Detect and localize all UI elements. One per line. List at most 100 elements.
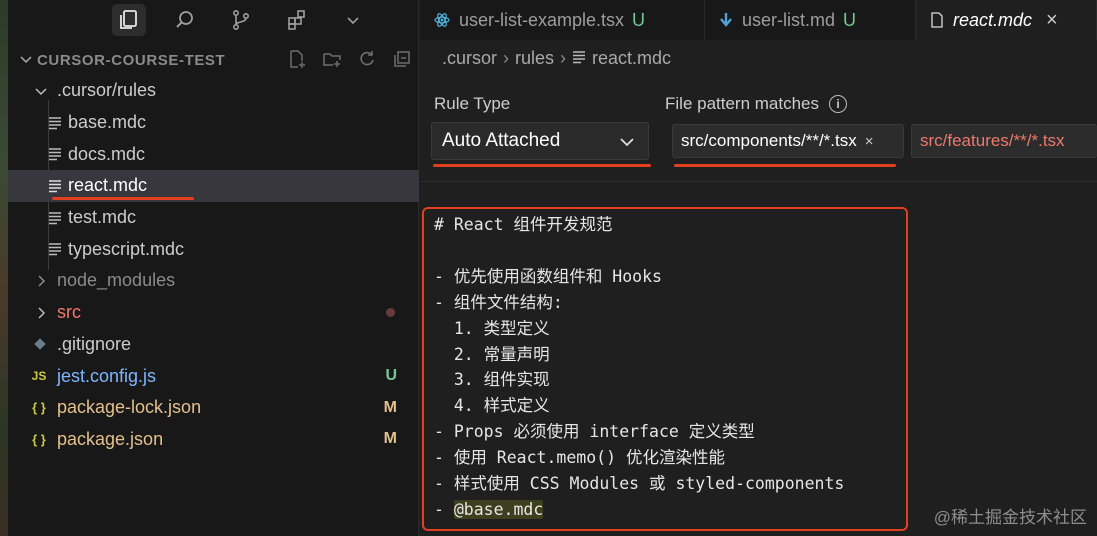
tree-item-jest-config[interactable]: JS jest.config.js U	[8, 360, 419, 392]
divider	[420, 181, 1097, 182]
tab-status: U	[632, 9, 646, 30]
lines-file-icon	[572, 48, 586, 69]
tree-item-cursor-rules[interactable]: .cursor/rules	[8, 75, 419, 107]
tree-item-test-mdc[interactable]: test.mdc	[8, 202, 419, 234]
tree-item-label: src	[57, 302, 81, 323]
content-line: 3. 组件实现	[434, 370, 550, 390]
chevron-right-icon: ›	[503, 48, 510, 68]
content-line: 4. 样式定义	[434, 396, 550, 416]
modified-dot	[386, 308, 395, 318]
tree-item-react-mdc[interactable]: react.mdc	[8, 170, 419, 202]
breadcrumb-item[interactable]: react.mdc	[592, 48, 671, 69]
content-line: - 使用 React.memo() 优化渲染性能	[434, 448, 725, 468]
info-icon[interactable]: i	[829, 95, 848, 113]
highlight-underline	[433, 164, 651, 167]
pattern-chip[interactable]: src/features/**/*.tsx	[911, 124, 1097, 158]
tree-item-typescript-mdc[interactable]: typescript.mdc	[8, 233, 419, 265]
lines-file-icon	[46, 240, 64, 258]
content-line: # React 组件开发规范	[434, 215, 613, 234]
content-line: 2. 常量声明	[434, 344, 550, 364]
chevron-down-icon[interactable]	[336, 4, 370, 36]
close-icon[interactable]: ×	[1046, 9, 1058, 32]
highlight-underline	[52, 197, 194, 201]
file-pattern-label: File pattern matches i	[665, 94, 848, 114]
tree-item-label: base.mdc	[68, 112, 147, 133]
file-pattern-label-text: File pattern matches	[665, 94, 820, 113]
rule-type-select[interactable]: Auto Attached	[431, 122, 649, 160]
new-folder-icon[interactable]	[320, 48, 344, 70]
tab-user-list-example[interactable]: user-list-example.tsx U	[420, 0, 705, 40]
file-icon	[930, 12, 944, 28]
chevron-down-icon[interactable]	[18, 51, 34, 72]
chevron-right-icon	[33, 273, 49, 289]
tree-item-src[interactable]: src	[8, 297, 419, 329]
tree-item-label: package.json	[57, 428, 164, 449]
sidebar: CURSOR-COURSE-TEST .cursor/rules base.md…	[8, 0, 419, 536]
react-icon	[434, 12, 450, 28]
mention-token[interactable]: @base.mdc	[453, 499, 544, 519]
json-braces-icon: { }	[32, 400, 46, 416]
tree-item-package-lock[interactable]: { } package-lock.json M	[8, 392, 419, 424]
breadcrumb: .cursor › rules › react.mdc	[442, 48, 671, 69]
collapse-all-icon[interactable]	[390, 48, 414, 70]
chevron-right-icon: ›	[560, 48, 567, 68]
search-icon[interactable]	[168, 4, 202, 36]
git-diamond-icon	[31, 335, 49, 353]
tree-item-label: react.mdc	[68, 175, 148, 196]
json-braces-icon: { }	[32, 431, 46, 447]
tab-label: user-list.md	[742, 9, 836, 30]
git-status-badge: M	[383, 430, 397, 448]
tab-user-list-md[interactable]: user-list.md U	[705, 0, 916, 40]
tree-item-docs-mdc[interactable]: docs.mdc	[8, 138, 419, 170]
rule-type-label: Rule Type	[434, 94, 511, 113]
tree-item-label: package-lock.json	[57, 397, 202, 418]
desktop-background-strip	[0, 0, 8, 536]
source-control-icon[interactable]	[224, 4, 258, 36]
tab-react-mdc[interactable]: react.mdc ×	[916, 0, 1097, 40]
tree-item-label: jest.config.js	[57, 365, 157, 386]
content-line: - 样式使用 CSS Modules 或 styled-components	[434, 474, 845, 494]
content-line: - 组件文件结构:	[434, 292, 563, 312]
watermark: @稀土掘金技术社区	[933, 508, 1087, 527]
content-line	[434, 238, 844, 264]
tab-label: user-list-example.tsx	[459, 9, 625, 30]
chevron-down-icon	[33, 83, 49, 99]
breadcrumb-item[interactable]: rules	[515, 48, 554, 69]
remove-icon[interactable]: ×	[865, 133, 874, 150]
rule-content-editor[interactable]: # React 组件开发规范 - 优先使用函数组件和 Hooks - 组件文件结构…	[434, 212, 844, 523]
lines-file-icon	[46, 114, 64, 132]
javascript-icon: JS	[31, 369, 47, 384]
git-status-badge: M	[383, 398, 397, 416]
refresh-icon[interactable]	[355, 48, 379, 70]
git-status-badge: U	[385, 367, 397, 385]
pattern-chip-text: src/features/**/*.tsx	[920, 131, 1065, 150]
content-line: - Props 必须使用 interface 定义类型	[434, 422, 755, 442]
activity-bar	[8, 0, 419, 40]
breadcrumb-item[interactable]: .cursor	[442, 48, 497, 69]
lines-file-icon	[46, 145, 64, 163]
explorer-files-icon[interactable]	[112, 4, 146, 36]
chevron-down-icon	[618, 133, 636, 157]
tree-item-label: .gitignore	[57, 333, 132, 354]
extensions-icon[interactable]	[280, 4, 314, 36]
tree-item-package-json[interactable]: { } package.json M	[8, 424, 419, 456]
tree-item-label: typescript.mdc	[68, 238, 185, 259]
new-file-icon[interactable]	[285, 48, 309, 70]
highlight-underline	[674, 164, 896, 167]
explorer-title[interactable]: CURSOR-COURSE-TEST	[37, 52, 225, 69]
pattern-chip[interactable]: src/components/**/*.tsx ×	[672, 124, 904, 158]
tree-item-gitignore[interactable]: .gitignore	[8, 329, 419, 361]
tree-item-label: test.mdc	[68, 207, 137, 228]
editor-tabs: user-list-example.tsx U user-list.md U r…	[420, 0, 1097, 40]
explorer-header: CURSOR-COURSE-TEST	[8, 44, 419, 74]
rule-type-value: Auto Attached	[442, 130, 561, 151]
markdown-icon	[719, 12, 733, 28]
tree-item-label: node_modules	[57, 270, 176, 291]
lines-file-icon	[46, 209, 64, 227]
tab-status: U	[843, 9, 857, 30]
explorer-actions	[285, 48, 414, 70]
tree-item-node-modules[interactable]: node_modules	[8, 265, 419, 297]
tree-item-label: .cursor/rules	[57, 80, 157, 101]
tree-item-base-mdc[interactable]: base.mdc	[8, 107, 419, 139]
content-line: - 优先使用函数组件和 Hooks	[434, 266, 662, 286]
